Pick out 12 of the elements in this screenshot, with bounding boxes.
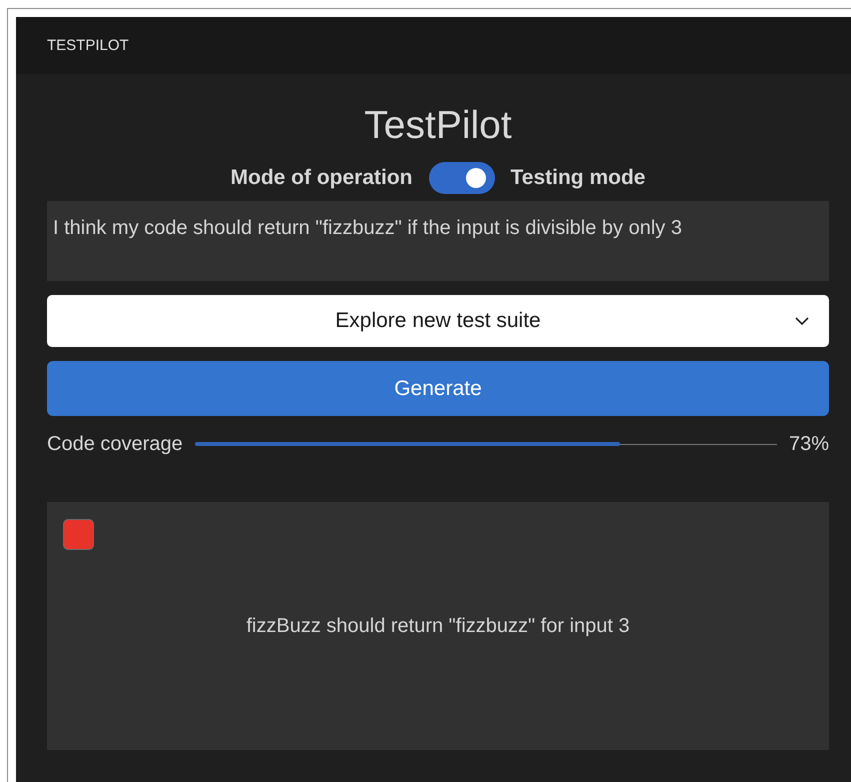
mode-toggle[interactable] bbox=[428, 162, 495, 194]
generate-button[interactable]: Generate bbox=[47, 361, 829, 416]
panel-header-title: TESTPILOT bbox=[47, 37, 129, 54]
mode-value: Testing mode bbox=[510, 166, 646, 190]
app-title: TestPilot bbox=[364, 104, 512, 148]
suite-dropdown[interactable]: Explore new test suite bbox=[47, 295, 829, 347]
coverage-label: Code coverage bbox=[47, 432, 183, 456]
mode-label: Mode of operation bbox=[230, 166, 413, 190]
coverage-reading: 73% bbox=[788, 432, 829, 456]
result-text: fizzBuzz should return "fizzbuzz" for input 3 bbox=[246, 614, 630, 638]
prompt-field[interactable]: I think my code should return "fizzbuzz" if the input is divisible by only 3 bbox=[47, 201, 829, 281]
chevron-down-icon bbox=[795, 317, 809, 326]
